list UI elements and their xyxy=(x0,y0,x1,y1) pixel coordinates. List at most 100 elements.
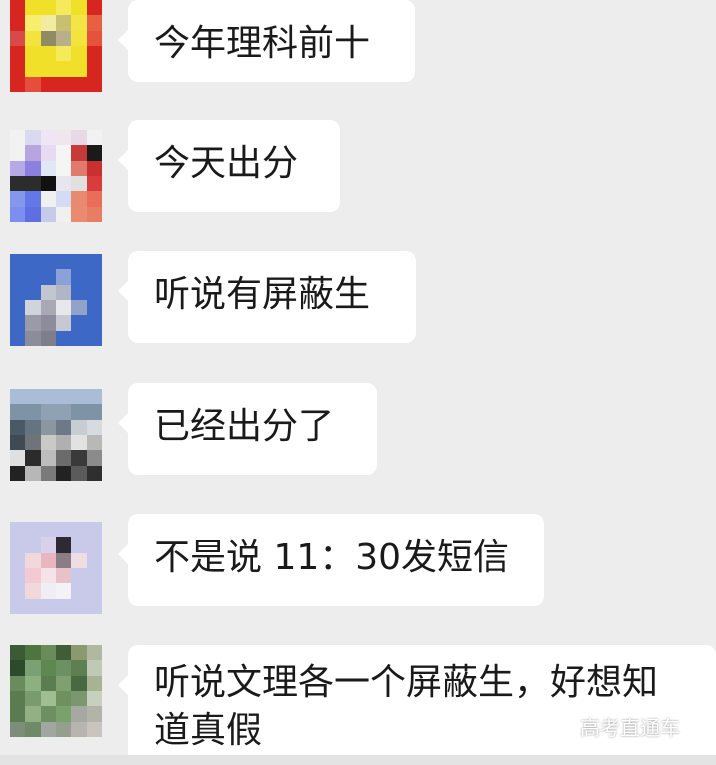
avatar-pixel xyxy=(71,269,87,285)
avatar-pixel xyxy=(55,160,72,176)
avatar-pixel xyxy=(86,15,102,31)
avatar-pixel xyxy=(86,450,102,466)
avatar-pixel xyxy=(86,30,102,46)
avatar-pixel xyxy=(86,537,102,553)
message-text-line: 听说文理各一个屏蔽生，好想知 xyxy=(154,662,659,703)
avatar-pixel xyxy=(86,404,102,420)
avatar-pixel xyxy=(86,522,102,538)
avatar-pixel xyxy=(55,419,72,435)
avatar-pixel xyxy=(25,315,41,331)
avatar-pixel xyxy=(10,61,26,77)
avatar-pixel xyxy=(40,76,56,92)
avatar-pixel xyxy=(55,330,72,346)
avatar-pixel xyxy=(25,552,41,568)
avatar-pixel xyxy=(71,567,87,584)
avatar-pixel xyxy=(25,269,41,285)
avatar-pixel xyxy=(55,645,72,661)
avatar-pixel xyxy=(71,537,87,553)
avatar-pixel xyxy=(86,706,102,722)
avatar-pixel xyxy=(71,721,87,737)
avatar-pixel xyxy=(71,645,87,661)
avatar-pixel xyxy=(71,30,87,46)
avatar-pixel xyxy=(71,330,87,346)
avatar-pixel xyxy=(40,434,56,451)
avatar-pixel xyxy=(55,0,72,16)
avatar-pixel xyxy=(86,389,102,405)
avatar-pixel xyxy=(86,675,102,691)
avatar[interactable] xyxy=(10,0,102,92)
avatar-pixel xyxy=(25,583,41,599)
avatar-pixel xyxy=(71,0,87,16)
avatar-pixel xyxy=(10,537,26,553)
avatar-pixel xyxy=(40,254,56,270)
avatar[interactable] xyxy=(10,389,102,481)
avatar-pixel xyxy=(10,160,26,176)
avatar-pixel xyxy=(55,450,72,466)
avatar-pixel xyxy=(55,61,72,77)
message-text: 听说有屏蔽生 xyxy=(154,274,371,315)
avatar-pixel xyxy=(71,450,87,466)
avatar-pixel xyxy=(86,0,102,16)
message-text: 不是说 11：30发短信 xyxy=(154,537,510,578)
avatar-pixel xyxy=(86,465,102,481)
avatar-pixel xyxy=(86,160,102,176)
avatar-pixel xyxy=(10,660,26,676)
avatar-pixel xyxy=(40,721,56,737)
avatar[interactable] xyxy=(10,254,102,346)
avatar-pixel xyxy=(10,15,26,31)
avatar-pixel xyxy=(55,389,72,405)
avatar-pixel xyxy=(25,690,41,707)
avatar-pixel xyxy=(40,191,56,207)
avatar-pixel xyxy=(25,160,41,176)
avatar-pixel xyxy=(40,522,56,538)
avatar-pixel xyxy=(40,15,56,31)
avatar-pixel xyxy=(40,145,56,161)
avatar-pixel xyxy=(71,130,87,146)
avatar-pixel xyxy=(40,0,56,16)
avatar-pixel xyxy=(40,269,56,285)
avatar-pixel xyxy=(86,583,102,599)
message-text: 已经出分了 xyxy=(154,406,335,447)
avatar-pixel xyxy=(10,284,26,300)
avatar[interactable] xyxy=(10,645,102,737)
avatar[interactable] xyxy=(10,130,102,222)
avatar-pixel xyxy=(86,434,102,451)
avatar-pixel xyxy=(55,552,72,568)
avatar-pixel xyxy=(55,404,72,420)
avatar-pixel xyxy=(40,130,56,146)
avatar-pixel xyxy=(10,567,26,584)
avatar-pixel xyxy=(71,675,87,691)
avatar-pixel xyxy=(40,160,56,176)
avatar-pixel xyxy=(25,721,41,737)
avatar-pixel xyxy=(86,552,102,568)
avatar-pixel xyxy=(10,721,26,737)
avatar-pixel xyxy=(71,690,87,707)
avatar-pixel xyxy=(86,419,102,435)
avatar-pixel xyxy=(10,598,26,614)
avatar-pixel xyxy=(25,130,41,146)
avatar-pixel xyxy=(55,315,72,331)
avatar-pixel xyxy=(25,76,41,92)
avatar-pixel xyxy=(40,175,56,192)
avatar-pixel xyxy=(25,45,41,62)
avatar-pixel xyxy=(25,598,41,614)
avatar-pixel xyxy=(86,191,102,207)
avatar-pixel xyxy=(25,0,41,16)
avatar-pixel xyxy=(40,299,56,316)
avatar-pixel xyxy=(10,45,26,62)
avatar-pixel xyxy=(86,660,102,676)
avatar-pixel xyxy=(25,645,41,661)
avatar[interactable] xyxy=(10,522,102,614)
avatar-pixel xyxy=(25,389,41,405)
avatar-pixel xyxy=(55,567,72,584)
avatar-pixel xyxy=(10,206,26,222)
avatar-pixel xyxy=(10,299,26,316)
avatar-pixel xyxy=(71,145,87,161)
message-bubble: 不是说 11：30发短信 xyxy=(118,514,544,606)
avatar-pixel xyxy=(86,598,102,614)
avatar-pixel xyxy=(10,434,26,451)
avatar-pixel xyxy=(40,404,56,420)
avatar-pixel xyxy=(71,206,87,222)
avatar-pixel xyxy=(71,706,87,722)
avatar-pixel xyxy=(40,675,56,691)
